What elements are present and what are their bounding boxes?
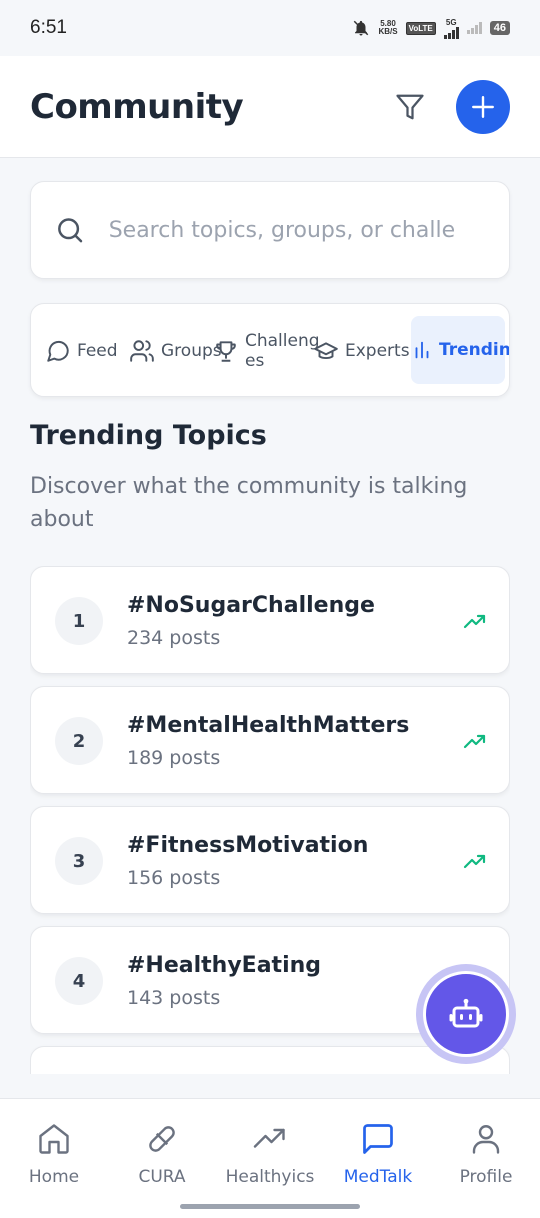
network-signal: 5G xyxy=(443,17,459,39)
topic-tag: #FitnessMotivation xyxy=(127,833,369,858)
plus-icon xyxy=(472,95,494,118)
nav-medtalk-label: MedTalk xyxy=(343,1167,413,1187)
network-type: 5G xyxy=(445,17,457,27)
pill-icon xyxy=(149,1126,175,1152)
signal-icon xyxy=(443,26,459,39)
trending-up-icon xyxy=(253,1128,285,1148)
home-indicator[interactable] xyxy=(180,1204,360,1209)
chat-bubble-icon xyxy=(47,340,69,362)
nav-medtalk[interactable]: MedTalk xyxy=(324,1121,432,1187)
topic-tag: #MentalHealthMatters xyxy=(127,713,410,738)
topic-rank: 4 xyxy=(55,957,103,1005)
nav-cura[interactable]: CURA xyxy=(108,1121,216,1187)
topic-post-count: 143 posts xyxy=(127,987,221,1009)
message-square-icon xyxy=(363,1124,393,1154)
topic-card[interactable]: 3 #FitnessMotivation 156 posts xyxy=(30,806,510,914)
topic-post-count: 156 posts xyxy=(127,867,221,889)
search-input[interactable] xyxy=(108,217,485,243)
filter-icon xyxy=(396,94,424,119)
status-icons: 5.80 KB/S VoLTE 5G 46 xyxy=(352,18,510,39)
search-box[interactable] xyxy=(30,181,510,279)
nav-healthyics[interactable]: Healthyics xyxy=(216,1121,324,1187)
community-tabs: Feed Groups Challenges Experts Trending xyxy=(30,303,510,397)
nav-home[interactable]: Home xyxy=(0,1121,108,1187)
nav-home-label: Home xyxy=(28,1167,80,1187)
topic-rank: 2 xyxy=(55,717,103,765)
home-icon xyxy=(39,1124,69,1154)
topic-card[interactable]: 1 #NoSugarChallenge 234 posts xyxy=(30,566,510,674)
topic-rank: 3 xyxy=(55,837,103,885)
volte-badge: VoLTE xyxy=(405,21,436,35)
tab-experts-label: Experts xyxy=(345,341,410,361)
topic-card[interactable]: 2 #MentalHealthMatters 189 posts xyxy=(30,686,510,794)
tab-challenges[interactable]: Challenges xyxy=(213,304,325,396)
trophy-icon xyxy=(216,341,236,362)
trending-up-icon xyxy=(463,854,486,869)
bottom-nav: Home CURA Healthyics MedTalk Profile xyxy=(0,1098,540,1218)
bar-chart-icon xyxy=(415,341,429,359)
app-header: Community xyxy=(0,56,540,158)
header-actions xyxy=(390,79,510,134)
section-subtitle: Discover what the community is talking a… xyxy=(30,474,468,532)
signal-2-icon xyxy=(466,22,482,34)
status-time: 6:51 xyxy=(30,17,67,38)
topic-post-count: 189 posts xyxy=(127,747,221,769)
section-title: Trending Topics xyxy=(30,420,267,451)
page-title: Community xyxy=(30,86,244,127)
tab-trending[interactable]: Trending xyxy=(411,316,509,384)
bell-off-icon xyxy=(354,20,369,36)
robot-icon xyxy=(449,998,483,1028)
filter-button[interactable] xyxy=(390,87,430,127)
status-bar: 6:51 5.80 KB/S VoLTE 5G 46 xyxy=(0,0,540,56)
speed-unit: KB/S xyxy=(378,27,398,36)
nav-cura-label: CURA xyxy=(138,1167,186,1187)
nav-profile-label: Profile xyxy=(459,1167,513,1187)
tab-experts[interactable]: Experts xyxy=(313,304,410,396)
tab-feed[interactable]: Feed xyxy=(45,304,118,396)
trending-up-icon xyxy=(463,614,486,629)
graduation-cap-icon xyxy=(314,342,338,360)
user-icon xyxy=(472,1125,500,1154)
battery-icon: 46 xyxy=(489,21,510,35)
tab-feed-label: Feed xyxy=(77,341,118,361)
topic-rank: 1 xyxy=(55,597,103,645)
topic-tag: #NoSugarChallenge xyxy=(127,593,375,618)
network-speed: 5.80 KB/S xyxy=(378,20,397,36)
tab-groups[interactable]: Groups xyxy=(129,304,222,396)
assistant-fab-inner[interactable] xyxy=(423,971,509,1057)
assistant-fab[interactable] xyxy=(416,964,516,1064)
add-post-button[interactable] xyxy=(456,79,510,134)
users-icon xyxy=(130,340,154,362)
nav-profile[interactable]: Profile xyxy=(432,1121,540,1187)
topic-tag: #HealthyEating xyxy=(127,953,322,978)
nav-healthyics-label: Healthyics xyxy=(225,1167,315,1187)
tab-trending-label: Trending xyxy=(439,340,510,360)
trending-up-icon xyxy=(463,734,486,749)
topic-post-count: 234 posts xyxy=(127,627,221,649)
search-icon xyxy=(58,218,83,243)
